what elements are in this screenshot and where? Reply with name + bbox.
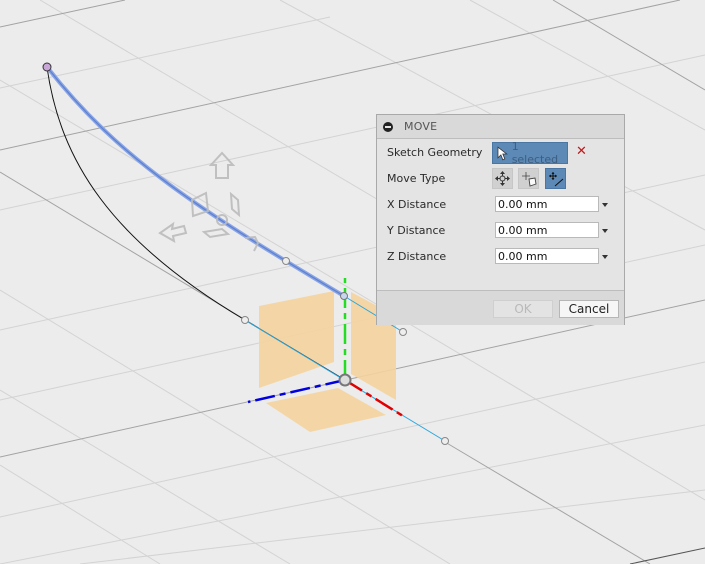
curve-endpoint[interactable]	[42, 62, 52, 72]
grid-line	[0, 424, 705, 564]
x-distance-label: X Distance	[387, 198, 447, 211]
arrow-left-icon	[158, 221, 188, 243]
curve-point[interactable]	[340, 292, 348, 300]
x-distance-input[interactable]	[495, 196, 599, 212]
curve-point[interactable]	[399, 328, 407, 336]
dialog-footer: OK Cancel	[377, 290, 624, 325]
plane-icon	[229, 191, 241, 218]
y-distance-input[interactable]	[495, 222, 599, 238]
selection-button[interactable]: 1 selected	[492, 140, 568, 166]
grid-line	[0, 16, 331, 89]
z-distance-dropdown[interactable]	[602, 255, 608, 259]
sketch-geometry-row: Sketch Geometry	[387, 146, 493, 159]
grid-major-line	[552, 0, 705, 91]
move-type-label: Move Type	[387, 172, 446, 185]
dialog-title: MOVE	[404, 120, 438, 133]
ok-button[interactable]: OK	[493, 300, 553, 318]
clear-selection-button[interactable]: ✕	[576, 145, 587, 159]
curve-point[interactable]	[282, 257, 290, 265]
x-distance-dropdown[interactable]	[602, 203, 608, 207]
z-distance-label: Z Distance	[387, 250, 447, 263]
grid-line	[0, 464, 161, 564]
grid-line	[79, 489, 705, 564]
translate-box-icon	[521, 171, 537, 187]
z-distance-input[interactable]	[495, 248, 599, 264]
y-distance-row: Y Distance	[387, 224, 493, 237]
plane-handle-xy[interactable]	[259, 291, 334, 388]
y-distance-label: Y Distance	[387, 224, 446, 237]
curve-point[interactable]	[241, 316, 249, 324]
sketch-geometry-label: Sketch Geometry	[387, 146, 483, 159]
move-origin-handle[interactable]	[338, 373, 352, 387]
move-type-row: Move Type	[387, 172, 493, 185]
curve-point[interactable]	[441, 437, 449, 445]
move-arrows-icon	[495, 171, 510, 186]
y-distance-dropdown[interactable]	[602, 229, 608, 233]
move-type-point-to-point[interactable]	[545, 168, 566, 189]
x-icon: ✕	[576, 144, 587, 159]
move-type-free-move[interactable]	[492, 168, 513, 189]
z-distance-row: Z Distance	[387, 250, 493, 263]
move-type-translate[interactable]	[518, 168, 539, 189]
grid-major-line	[444, 441, 651, 564]
selected-curve[interactable]	[45, 65, 346, 298]
grid-major-line	[0, 0, 126, 28]
grid-line	[0, 389, 291, 564]
dialog-header[interactable]: MOVE	[377, 115, 624, 139]
x-distance-row: X Distance	[387, 198, 493, 211]
arrow-up-icon	[208, 151, 236, 179]
selection-count: 1 selected	[511, 140, 559, 166]
minus-circle-icon[interactable]	[383, 121, 393, 132]
grid-line	[469, 0, 705, 131]
cursor-arrow-icon	[497, 145, 508, 160]
point-to-point-icon	[548, 171, 563, 186]
cancel-button[interactable]: Cancel	[559, 300, 619, 318]
plane-icon	[201, 227, 231, 239]
grid-major-line	[629, 547, 705, 564]
selected-curve-core	[46, 66, 345, 297]
move-dialog: MOVE Sketch Geometry 1 selected ✕ Move T…	[376, 114, 625, 325]
